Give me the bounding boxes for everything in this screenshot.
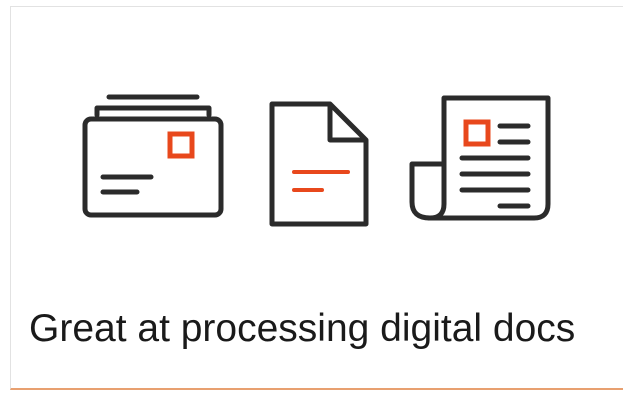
icon-row [11, 7, 623, 257]
document-icon [269, 101, 369, 227]
mail-stack-icon [82, 94, 224, 218]
feature-caption: Great at processing digital docs [29, 307, 576, 350]
feature-card: Great at processing digital docs [10, 6, 623, 390]
newspaper-icon [409, 95, 551, 221]
